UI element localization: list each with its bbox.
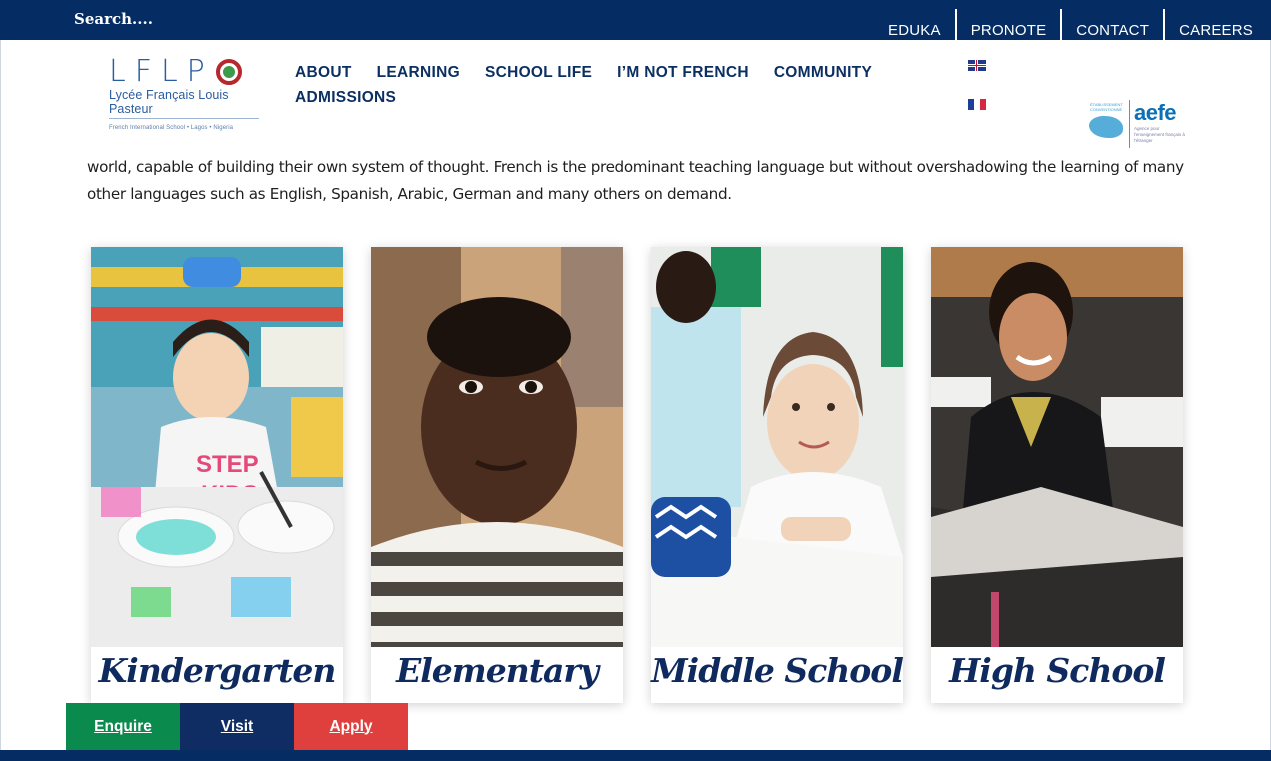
school-logo[interactable]: LFLP Lycée Français Louis Pasteur French…: [109, 56, 259, 131]
search-input[interactable]: Search....: [74, 10, 153, 28]
card-elementary[interactable]: Elementary: [371, 247, 623, 703]
intro-paragraph: world, capable of building their own sys…: [87, 158, 1184, 203]
nav-item-admissions[interactable]: ADMISSIONS: [295, 89, 396, 114]
svg-text:STEP: STEP: [196, 451, 259, 478]
top-link-careers[interactable]: CAREERS: [1163, 9, 1267, 40]
site-header: LFLP Lycée Français Louis Pasteur French…: [0, 40, 1271, 148]
nav-item-school-life[interactable]: SCHOOL LIFE: [485, 64, 592, 89]
top-links: EDUKA PRONOTE CONTACT CAREERS: [880, 9, 1267, 40]
aefe-label: ÉTABLISSEMENT CONVENTIONNÉ: [1090, 102, 1123, 112]
enquire-button[interactable]: Enquire: [66, 703, 180, 750]
nav-item-not-french[interactable]: I’M NOT FRENCH: [617, 64, 749, 89]
logo-circle-icon: [215, 59, 242, 85]
logo-tagline: French International School • Lagos • Ni…: [109, 125, 234, 131]
card-high-school[interactable]: High School: [931, 247, 1183, 703]
logo-school-name: Lycée Français Louis Pasteur: [109, 88, 259, 119]
top-bar: Search.... EDUKA PRONOTE CONTACT CAREERS: [0, 0, 1271, 40]
middle-school-photo: [651, 247, 903, 647]
footer-strip: [0, 750, 1271, 761]
card-kindergarten[interactable]: STEP KIDS Kindergarten: [91, 247, 343, 703]
card-label: Middle School: [651, 651, 904, 690]
top-link-contact[interactable]: CONTACT: [1060, 9, 1163, 40]
top-link-eduka[interactable]: EDUKA: [880, 9, 955, 40]
main-content: world, capable of building their own sys…: [0, 140, 1271, 750]
card-label: Elementary: [396, 651, 599, 690]
nav-row: ADMISSIONS: [295, 89, 895, 114]
nav-item-learning[interactable]: LEARNING: [377, 64, 460, 89]
aefe-brand: aefe: [1134, 100, 1177, 125]
kindergarten-photo: STEP KIDS: [91, 247, 343, 647]
top-link-pronote[interactable]: PRONOTE: [954, 9, 1061, 40]
elementary-photo: [371, 247, 623, 647]
uk-flag-icon[interactable]: [968, 60, 986, 71]
nav-item-about[interactable]: ABOUT: [295, 64, 352, 89]
visit-button[interactable]: Visit: [180, 703, 294, 750]
world-map-icon: [1089, 116, 1123, 138]
nav-row: ABOUT LEARNING SCHOOL LIFE I’M NOT FRENC…: [295, 64, 895, 89]
main-nav: ABOUT LEARNING SCHOOL LIFE I’M NOT FRENC…: [295, 64, 895, 114]
logo-letters-text: LFLP: [109, 54, 214, 89]
apply-button[interactable]: Apply: [294, 703, 408, 750]
nav-item-community[interactable]: COMMUNITY: [774, 64, 872, 89]
card-label: High School: [949, 651, 1166, 690]
high-school-photo: [931, 247, 1183, 647]
card-middle-school[interactable]: Middle School: [651, 247, 904, 703]
france-flag-icon[interactable]: [968, 99, 986, 110]
logo-letters: LFLP: [109, 56, 259, 88]
card-label: Kindergarten: [98, 651, 337, 690]
